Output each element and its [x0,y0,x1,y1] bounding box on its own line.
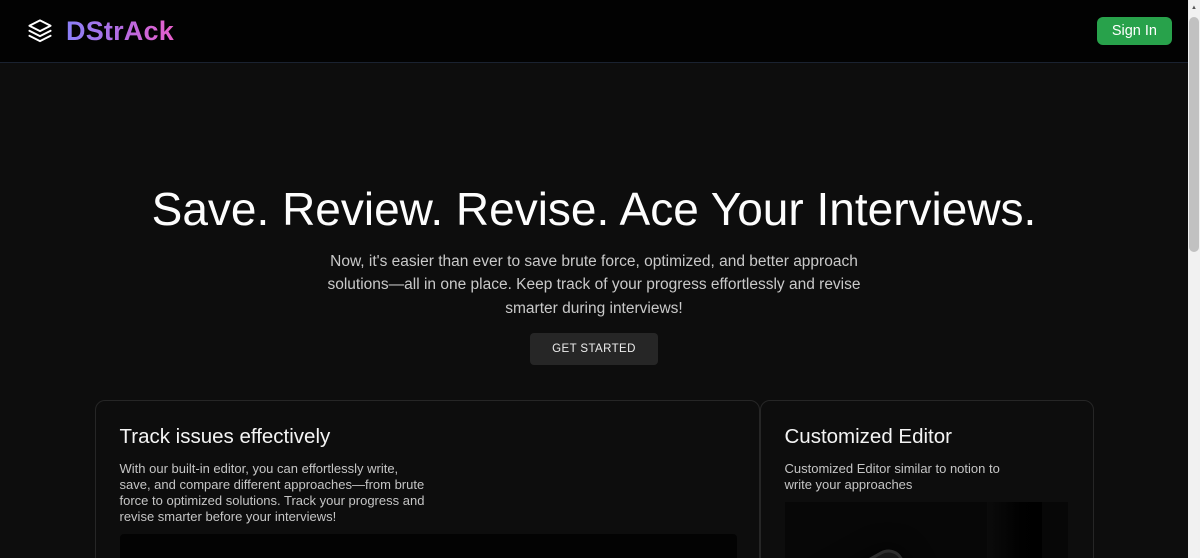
hero-subtitle: Now, it's easier than ever to save brute… [322,250,867,321]
scrollbar-thumb[interactable] [1189,17,1199,252]
tablet-photo-image [785,502,1068,558]
landing-page: DStrAck Sign In Save. Review. Revise. Ac… [0,0,1188,558]
feature-card-track-issues: Track issues effectively With our built-… [95,400,760,558]
photo-dark-band [987,502,1042,558]
scrollbar-up-arrow-icon[interactable]: ▲ [1188,0,1200,15]
hero-section: Save. Review. Revise. Ace Your Interview… [0,63,1188,365]
get-started-button[interactable]: GET STARTED [530,333,658,365]
editor-screenshot-image [120,534,737,558]
tablet-device [785,544,977,558]
hero-title: Save. Review. Revise. Ace Your Interview… [0,184,1188,235]
brand-logo[interactable]: DStrAck [24,16,174,47]
feature-description: With our built-in editor, you can effort… [120,461,428,524]
feature-title: Customized Editor [785,425,1069,449]
vertical-scrollbar[interactable]: ▲ [1188,0,1200,558]
top-navbar: DStrAck Sign In [0,0,1188,63]
features-grid: Track issues effectively With our built-… [95,400,1094,558]
brand-name: DStrAck [66,16,174,47]
sign-in-button[interactable]: Sign In [1097,17,1172,45]
feature-title: Track issues effectively [120,425,735,449]
layers-icon [24,16,56,46]
feature-card-customized-editor: Customized Editor Customized Editor simi… [760,400,1094,558]
feature-description: Customized Editor similar to notion to w… [785,461,1030,493]
